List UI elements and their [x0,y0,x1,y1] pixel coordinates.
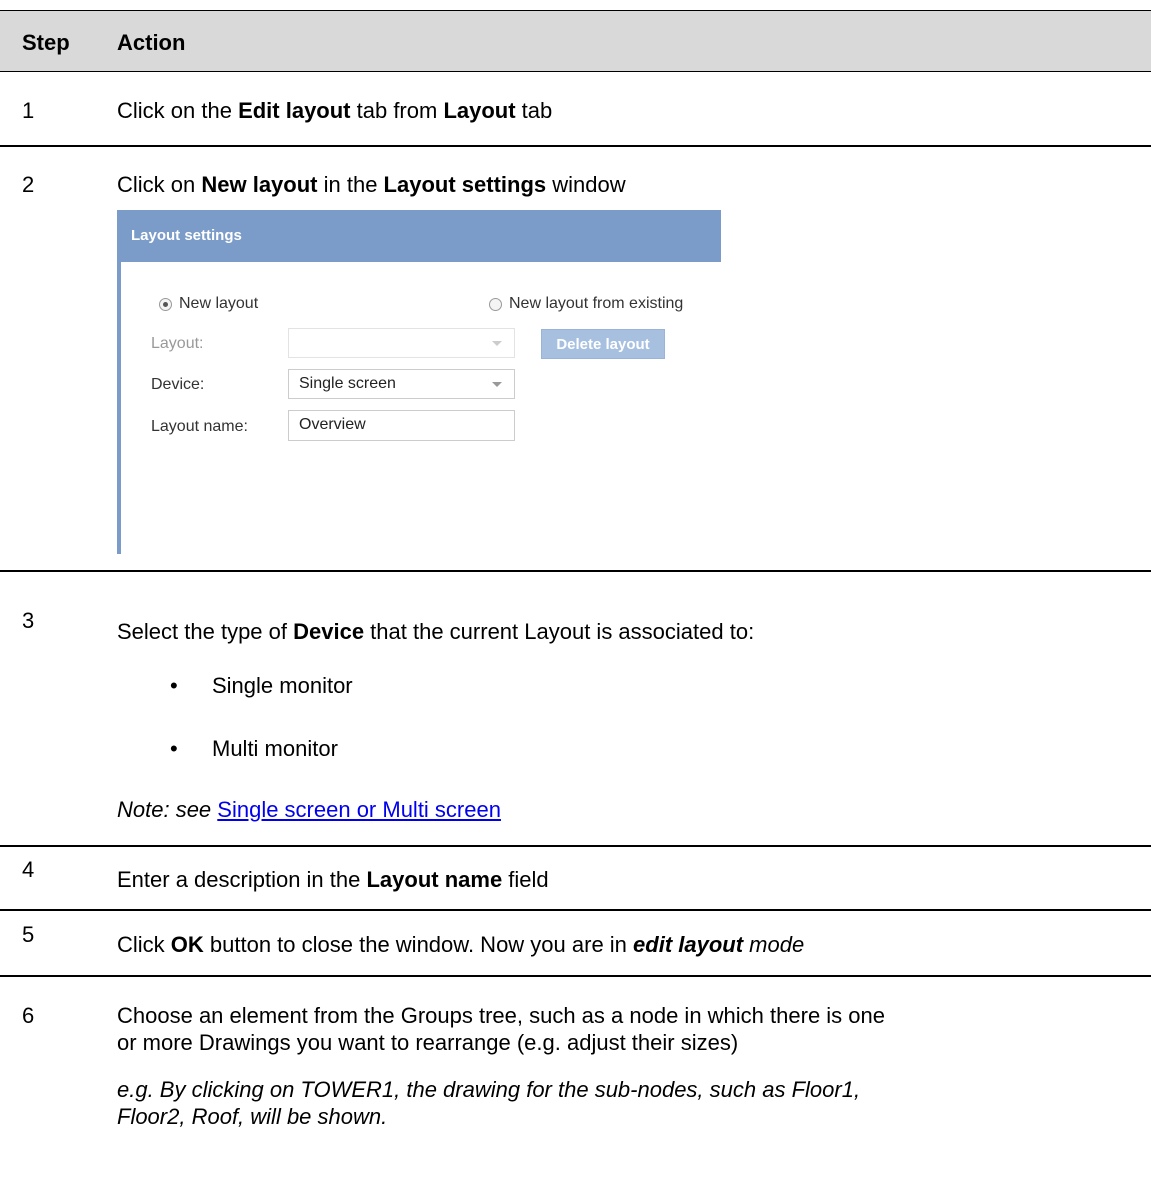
layout-label: Layout: [151,335,204,352]
layout-name-label: Layout name: [151,418,248,435]
step-text-line: Choose an element from the Groups tree, … [117,1003,885,1028]
chevron-down-icon [492,341,502,346]
delete-layout-button[interactable]: Delete layout [541,329,665,359]
window-title: Layout settings [117,210,721,262]
layout-select[interactable] [288,328,515,358]
single-multi-screen-link[interactable]: Single screen or Multi screen [217,797,501,822]
table-row: 3 Select the type of Device that the cur… [0,572,1151,847]
example-text-line: Floor2, Roof, will be shown. [117,1104,388,1129]
new-layout-radio[interactable] [159,298,172,311]
window-border [117,262,121,554]
step-number: 4 [22,857,35,882]
step-text-line: or more Drawings you want to rearrange (… [117,1030,739,1055]
step-number: 5 [22,922,35,947]
new-layout-from-existing-radio[interactable] [489,298,502,311]
example-text-line: e.g. By clicking on TOWER1, the drawing … [117,1077,861,1102]
table-row: 5 Click OK button to close the window. N… [0,911,1151,977]
step-text: Click on New layout in the Layout settin… [117,172,626,197]
step-text: Select the type of Device that the curre… [117,619,755,644]
chevron-down-icon [492,382,502,387]
step-number: 1 [22,98,35,123]
table-header: Step Action [0,10,1151,72]
header-action: Action [117,30,186,55]
table-row: 1 Click on the Edit layout tab from Layo… [0,72,1151,147]
list-item: Multi monitor [212,736,338,761]
layout-settings-window: Layout settings New layout New layout fr… [117,210,721,554]
new-layout-label: New layout [179,295,259,312]
step-text: Click OK button to close the window. Now… [117,932,805,957]
bullet-icon: • [170,736,178,761]
step-text: Enter a description in the Layout name f… [117,867,549,892]
step-number: 2 [22,172,35,197]
step-number: 3 [22,608,35,633]
note-text: Note: see Single screen or Multi screen [117,797,501,822]
table-row: 6 Choose an element from the Groups tree… [0,977,1151,1182]
list-item: Single monitor [212,673,353,698]
step-number: 6 [22,1003,35,1028]
table-row: 4 Enter a description in the Layout name… [0,847,1151,911]
header-step: Step [22,30,70,55]
device-label: Device: [151,376,205,393]
layout-name-input[interactable]: Overview [288,410,515,441]
new-layout-from-existing-label: New layout from existing [509,295,684,312]
step-text: Click on the Edit layout tab from Layout… [117,98,553,123]
device-select[interactable]: Single screen [288,369,515,399]
bullet-icon: • [170,673,178,698]
